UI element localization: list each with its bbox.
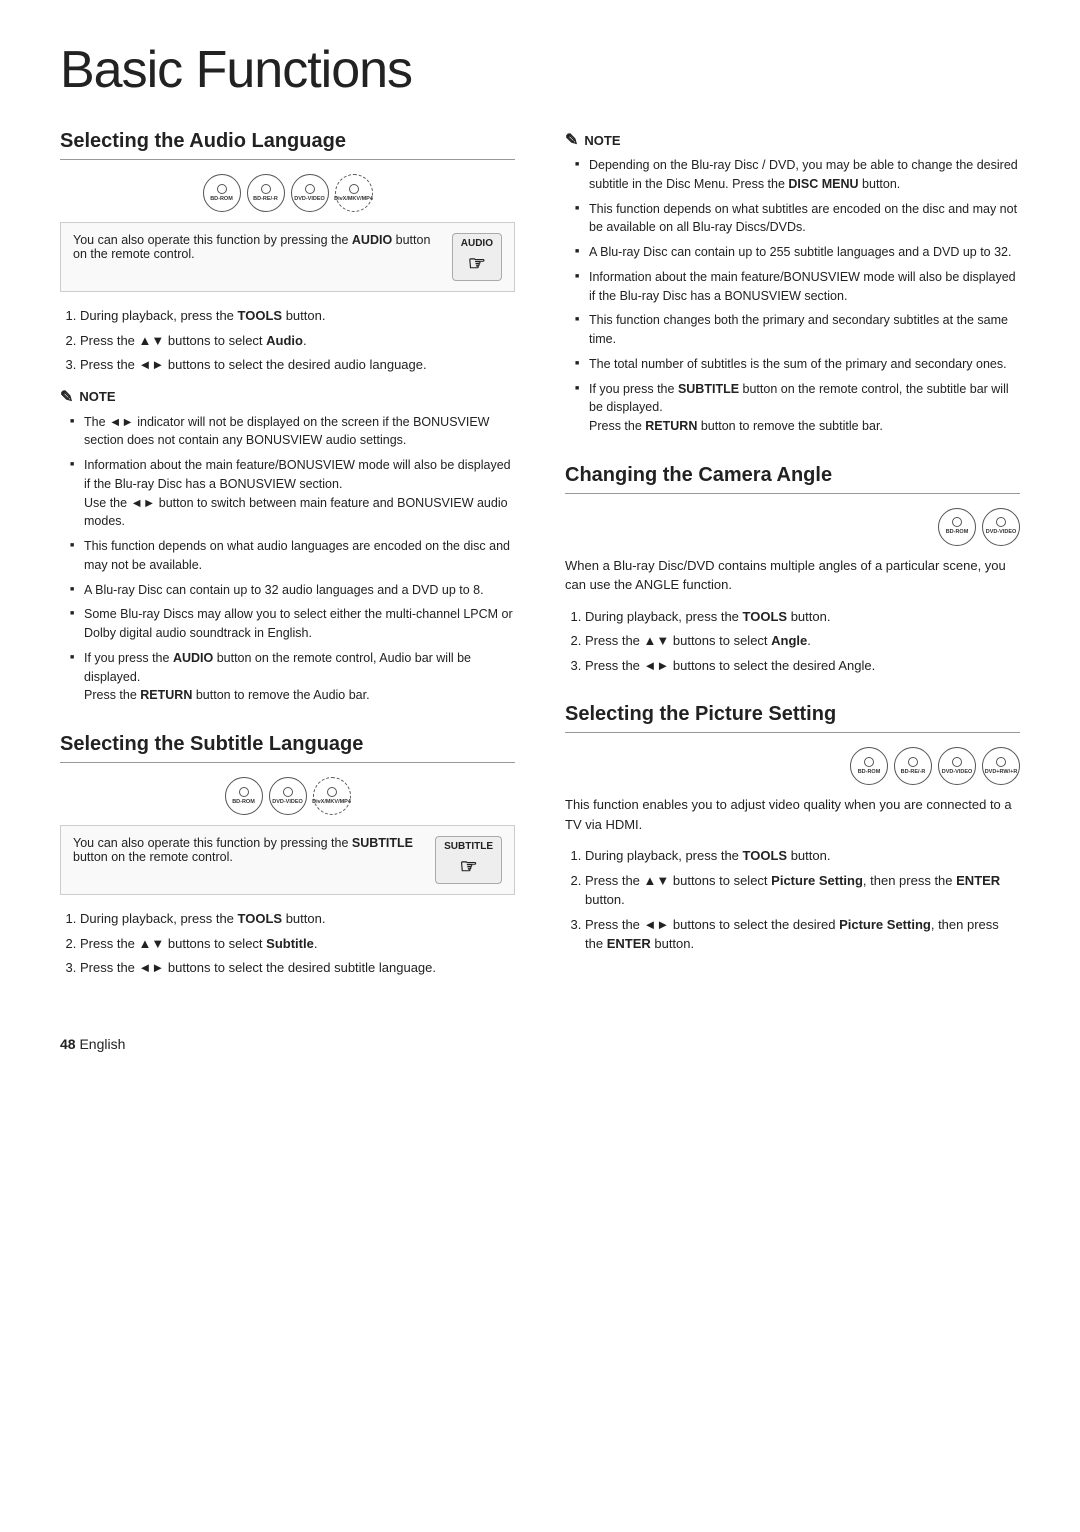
pic-badge-dvd-video: DVD-VIDEO (938, 747, 976, 785)
picture-step-2: Press the ▲▼ buttons to select Picture S… (585, 871, 1020, 910)
subtitle-note-title: ✎ NOTE (565, 130, 1020, 150)
audio-step-3: Press the ◄► buttons to select the desir… (80, 355, 515, 375)
pic-badge-dvd-rw: DVD+RW/+R (982, 747, 1020, 785)
picture-step-1: During playback, press the TOOLS button. (585, 846, 1020, 866)
page-number: 48 (60, 1036, 76, 1052)
sub-note-4: Information about the main feature/BONUS… (575, 268, 1020, 306)
subtitle-remote-label: SUBTITLE (444, 841, 493, 852)
audio-language-section: Selecting the Audio Language BD-ROM BD-R… (60, 130, 515, 705)
audio-heading: Selecting the Audio Language (60, 130, 515, 160)
subtitle-remote-button: SUBTITLE ☞ (435, 836, 502, 884)
page-title: Basic Functions (60, 40, 1020, 100)
camera-heading: Changing the Camera Angle (565, 464, 1020, 494)
camera-steps: During playback, press the TOOLS button.… (565, 607, 1020, 676)
cam-badge-dvd-video: DVD-VIDEO (982, 508, 1020, 546)
picture-disc-badges: BD-ROM BD-RE/-R DVD-VIDEO DVD+RW/+R (565, 747, 1020, 785)
audio-remote-label: AUDIO (461, 238, 493, 249)
sub-note-1: Depending on the Blu-ray Disc / DVD, you… (575, 156, 1020, 194)
subtitle-info-box: You can also operate this function by pr… (60, 825, 515, 895)
audio-note-6: If you press the AUDIO button on the rem… (70, 649, 515, 705)
pic-badge-bd-re-r: BD-RE/-R (894, 747, 932, 785)
pic-badge-bd-rom: BD-ROM (850, 747, 888, 785)
audio-steps: During playback, press the TOOLS button.… (60, 306, 515, 375)
badge-dvd-video: DVD-VIDEO (291, 174, 329, 212)
sub-badge-dvd-video: DVD-VIDEO (269, 777, 307, 815)
page-footer: 48 English (60, 1036, 1020, 1052)
audio-remote-button: AUDIO ☞ (452, 233, 502, 281)
note-icon: ✎ (60, 387, 73, 407)
audio-info-text: You can also operate this function by pr… (73, 233, 440, 261)
audio-note-list: The ◄► indicator will not be displayed o… (60, 413, 515, 706)
camera-disc-badges: BD-ROM DVD-VIDEO (565, 508, 1020, 546)
sub-note-3: A Blu-ray Disc can contain up to 255 sub… (575, 243, 1020, 262)
audio-step-1: During playback, press the TOOLS button. (80, 306, 515, 326)
badge-bd-rom: BD-ROM (203, 174, 241, 212)
subtitle-disc-badges: BD-ROM DVD-VIDEO DivX/MKV/MP4 (60, 777, 515, 815)
subtitle-step-1: During playback, press the TOOLS button. (80, 909, 515, 929)
subtitle-info-text: You can also operate this function by pr… (73, 836, 423, 864)
audio-notes: ✎ NOTE The ◄► indicator will not be disp… (60, 387, 515, 706)
subtitle-hand-icon: ☞ (460, 854, 478, 879)
picture-step-3: Press the ◄► buttons to select the desir… (585, 915, 1020, 954)
subtitle-note-list: Depending on the Blu-ray Disc / DVD, you… (565, 156, 1020, 436)
badge-divx: DivX/MKV/MP4 (335, 174, 373, 212)
subtitle-language-section: Selecting the Subtitle Language BD-ROM D… (60, 733, 515, 978)
audio-disc-badges: BD-ROM BD-RE/-R DVD-VIDEO DivX/MKV/MP4 (60, 174, 515, 212)
subtitle-notes-section: ✎ NOTE Depending on the Blu-ray Disc / D… (565, 130, 1020, 436)
sub-note-7: If you press the SUBTITLE button on the … (575, 380, 1020, 436)
audio-note-2: Information about the main feature/BONUS… (70, 456, 515, 531)
picture-intro: This function enables you to adjust vide… (565, 795, 1020, 834)
audio-note-3: This function depends on what audio lang… (70, 537, 515, 575)
camera-step-2: Press the ▲▼ buttons to select Angle. (585, 631, 1020, 651)
sub-badge-divx: DivX/MKV/MP4 (313, 777, 351, 815)
cam-badge-bd-rom: BD-ROM (938, 508, 976, 546)
audio-note-5: Some Blu-ray Discs may allow you to sele… (70, 605, 515, 643)
camera-angle-section: Changing the Camera Angle BD-ROM DVD-VID… (565, 464, 1020, 676)
camera-step-1: During playback, press the TOOLS button. (585, 607, 1020, 627)
sub-note-5: This function changes both the primary a… (575, 311, 1020, 349)
camera-intro: When a Blu-ray Disc/DVD contains multipl… (565, 556, 1020, 595)
hand-icon: ☞ (468, 251, 486, 276)
sub-badge-bd-rom: BD-ROM (225, 777, 263, 815)
picture-heading: Selecting the Picture Setting (565, 703, 1020, 733)
audio-note-4: A Blu-ray Disc can contain up to 32 audi… (70, 581, 515, 600)
sub-note-6: The total number of subtitles is the sum… (575, 355, 1020, 374)
audio-step-2: Press the ▲▼ buttons to select Audio. (80, 331, 515, 351)
picture-setting-section: Selecting the Picture Setting BD-ROM BD-… (565, 703, 1020, 954)
audio-info-box: You can also operate this function by pr… (60, 222, 515, 292)
subtitle-note-icon: ✎ (565, 130, 578, 150)
picture-steps: During playback, press the TOOLS button.… (565, 846, 1020, 954)
footer-lang: English (79, 1036, 125, 1052)
sub-note-2: This function depends on what subtitles … (575, 200, 1020, 238)
subtitle-step-2: Press the ▲▼ buttons to select Subtitle. (80, 934, 515, 954)
audio-note-title: ✎ NOTE (60, 387, 515, 407)
subtitle-step-3: Press the ◄► buttons to select the desir… (80, 958, 515, 978)
audio-note-1: The ◄► indicator will not be displayed o… (70, 413, 515, 451)
camera-step-3: Press the ◄► buttons to select the desir… (585, 656, 1020, 676)
subtitle-heading: Selecting the Subtitle Language (60, 733, 515, 763)
subtitle-steps: During playback, press the TOOLS button.… (60, 909, 515, 978)
badge-bd-re-r: BD-RE/-R (247, 174, 285, 212)
